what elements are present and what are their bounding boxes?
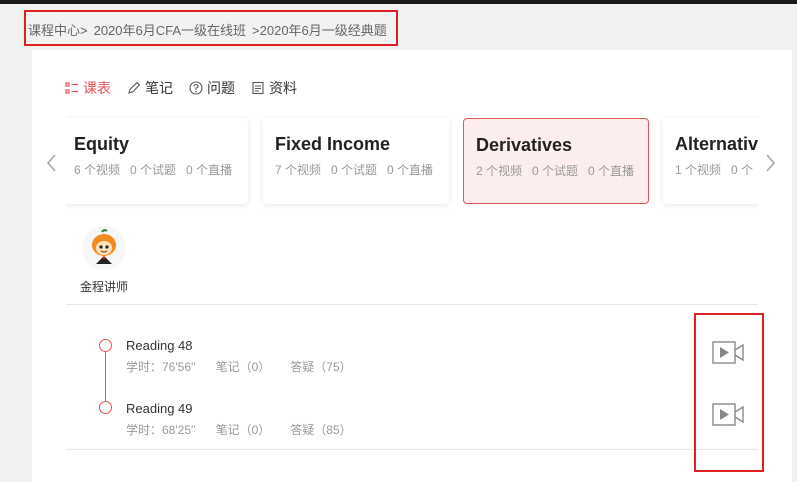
subject-card-derivatives[interactable]: Derivatives 2 个视频 0 个试题 0 个直播: [463, 118, 649, 204]
card-title: Fixed Income: [275, 134, 391, 154]
test-count: 0 个: [731, 163, 754, 177]
card-meta: 1 个视频 0 个: [675, 161, 758, 178]
chevron-right-icon: [766, 154, 776, 172]
carousel-prev-button[interactable]: [44, 152, 60, 174]
test-count: 0 个试题: [331, 163, 378, 177]
video-count: 1 个视频: [675, 163, 722, 177]
tab-label: 课表: [83, 80, 111, 96]
course-panel: 课表 笔记 问题 资料 Equity 6 个视频 0 个试题 0 个直播 Fix…: [32, 50, 792, 482]
reading-duration: 学时：76'56'': [126, 360, 196, 374]
tab-materials[interactable]: 资料: [251, 78, 297, 98]
tab-label: 问题: [207, 80, 235, 96]
avatar: [82, 226, 126, 270]
breadcrumb-highlight-box: [24, 10, 398, 46]
card-title: Alternative: [675, 134, 758, 154]
card-meta: 6 个视频 0 个试题 0 个直播: [74, 161, 236, 178]
video-buttons-highlight-box: [694, 313, 764, 472]
live-count: 0 个直播: [186, 163, 233, 177]
carousel-next-button[interactable]: [762, 152, 778, 174]
subject-card-equity[interactable]: Equity 6 个视频 0 个试题 0 个直播: [66, 118, 248, 204]
subject-card-fixed-income[interactable]: Fixed Income 7 个视频 0 个试题 0 个直播: [263, 118, 449, 204]
teacher-profile[interactable]: 金程讲师: [76, 226, 132, 295]
top-bar: [0, 0, 797, 4]
reading-meta: 学时：68'25'' 笔记（0） 答疑（85）: [126, 421, 372, 438]
reading-title: Reading 48: [126, 338, 193, 353]
mascot-avatar-icon: [83, 227, 125, 269]
timeline-dot: [99, 401, 112, 414]
video-count: 2 个视频: [476, 164, 523, 178]
reading-duration: 学时：68'25'': [126, 423, 196, 437]
teacher-name: 金程讲师: [79, 280, 128, 294]
live-count: 0 个直播: [588, 164, 635, 178]
timeline-dot: [99, 339, 112, 352]
reading-meta: 学时：76'56'' 笔记（0） 答疑（75）: [126, 358, 372, 375]
divider: [66, 449, 758, 450]
chevron-left-icon: [46, 154, 56, 172]
card-meta: 7 个视频 0 个试题 0 个直播: [275, 161, 437, 178]
reading-qa: 答疑（75）: [290, 360, 352, 374]
subject-carousel: Equity 6 个视频 0 个试题 0 个直播 Fixed Income 7 …: [66, 114, 758, 210]
card-title: Equity: [74, 134, 130, 154]
reading-qa: 答疑（85）: [290, 423, 352, 437]
pencil-icon: [128, 81, 141, 94]
tab-label: 资料: [269, 80, 297, 96]
live-count: 0 个直播: [387, 163, 434, 177]
list-icon: [65, 82, 78, 94]
timeline-line: [105, 344, 106, 406]
video-count: 7 个视频: [275, 163, 322, 177]
tab-questions[interactable]: 问题: [189, 78, 235, 98]
reading-item[interactable]: Reading 49 学时：68'25'' 笔记（0） 答疑（85）: [126, 401, 372, 438]
test-count: 0 个试题: [130, 163, 177, 177]
reading-notes: 笔记（0）: [215, 360, 271, 374]
tab-schedule[interactable]: 课表: [65, 78, 111, 98]
tab-label: 笔记: [145, 80, 173, 96]
subject-card-alternative[interactable]: Alternative 1 个视频 0 个: [663, 118, 758, 204]
divider: [66, 304, 758, 305]
tab-bar: 课表 笔记 问题 资料: [65, 78, 313, 98]
video-count: 6 个视频: [74, 163, 121, 177]
document-icon: [252, 81, 264, 95]
card-title: Derivatives: [476, 135, 573, 155]
tab-notes[interactable]: 笔记: [127, 78, 173, 98]
test-count: 0 个试题: [532, 164, 579, 178]
card-meta: 2 个视频 0 个试题 0 个直播: [476, 162, 636, 179]
reading-title: Reading 49: [126, 401, 193, 416]
reading-item[interactable]: Reading 48 学时：76'56'' 笔记（0） 答疑（75）: [126, 338, 372, 375]
question-icon: [189, 81, 203, 95]
reading-notes: 笔记（0）: [215, 423, 271, 437]
